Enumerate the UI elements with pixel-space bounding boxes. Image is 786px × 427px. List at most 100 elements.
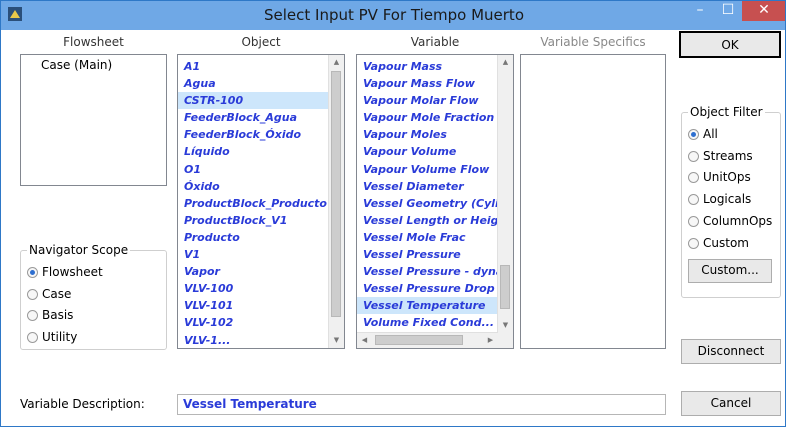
radio-label: Case: [42, 286, 72, 301]
variable-specifics-column-header: Variable Specifics: [540, 35, 646, 49]
flowsheet-column-header: Flowsheet: [63, 35, 124, 49]
radio-label: Logicals: [703, 192, 752, 207]
object-list-item[interactable]: VLV-100: [178, 280, 329, 297]
disconnect-button[interactable]: Disconnect: [681, 339, 781, 364]
variable-list-item[interactable]: Vapour Volume: [357, 143, 498, 160]
object-column-header: Object: [241, 35, 281, 49]
variable-list-hscrollbar[interactable]: ◀ ▶: [357, 332, 498, 348]
radio-icon[interactable]: [688, 237, 699, 249]
filter-radio-logicals[interactable]: Logicals: [688, 192, 751, 210]
scroll-corner: [498, 333, 513, 348]
variable-list-item[interactable]: Vapour Molar Flow: [357, 92, 498, 109]
filter-radio-all[interactable]: All: [688, 127, 718, 145]
filter-radio-streams[interactable]: Streams: [688, 149, 753, 167]
variable-list-item[interactable]: Vessel Pressure - dynamic: [357, 263, 498, 280]
radio-icon[interactable]: [27, 267, 38, 278]
radio-icon[interactable]: [688, 215, 699, 227]
cancel-button[interactable]: Cancel: [681, 391, 781, 416]
variable-list-item[interactable]: Volume Fixed Cond...: [357, 314, 498, 331]
radio-icon[interactable]: [688, 129, 699, 140]
variable-list-item[interactable]: Vapour Mass: [357, 58, 498, 75]
radio-label: Basis: [42, 308, 74, 322]
object-list-item[interactable]: ProductBlock_V1: [178, 212, 329, 229]
title-bar[interactable]: Select Input PV For Tiempo Muerto – ☐ ✕: [1, 1, 785, 30]
object-list-item[interactable]: CSTR-100: [178, 92, 329, 110]
custom-button[interactable]: Custom...: [688, 259, 772, 283]
radio-label: Custom: [703, 235, 749, 250]
object-list-item[interactable]: VLV-1...: [178, 332, 329, 349]
scope-radio-basis[interactable]: Basis: [27, 308, 73, 326]
radio-icon[interactable]: [688, 172, 699, 184]
radio-icon[interactable]: [688, 194, 699, 206]
object-list-item[interactable]: FeederBlock_Agua: [178, 109, 329, 126]
variable-list-item[interactable]: Vessel Length or Height: [357, 212, 498, 229]
variable-list-item[interactable]: Vapour Mole Fraction: [357, 109, 498, 126]
object-list[interactable]: A1 Agua CSTR-100 FeederBlock_Agua FeederBloc…: [177, 54, 345, 349]
radio-icon[interactable]: [27, 288, 38, 300]
object-list-item[interactable]: VLV-102: [178, 314, 329, 331]
radio-label: Flowsheet: [42, 265, 103, 279]
object-list-item[interactable]: Producto: [178, 229, 329, 246]
radio-label: Utility: [42, 329, 78, 344]
scroll-up-icon[interactable]: ▲: [329, 55, 344, 70]
window-title: Select Input PV For Tiempo Muerto: [263, 6, 524, 24]
variable-list-item[interactable]: Vessel Diameter: [357, 178, 498, 195]
variable-list-item[interactable]: Vessel Geometry (Cylindri: [357, 195, 498, 212]
variable-list-item[interactable]: Vessel Pressure: [357, 246, 498, 263]
variable-description-label: Variable Description:: [20, 397, 145, 411]
flowsheet-item[interactable]: Case (Main): [21, 55, 166, 72]
ok-button[interactable]: OK: [679, 31, 781, 58]
radio-label: ColumnOps: [703, 213, 773, 228]
scope-radio-utility[interactable]: Utility: [27, 330, 77, 348]
object-list-item[interactable]: Líquido: [178, 143, 329, 160]
object-list-item[interactable]: FeederBlock_Óxido: [178, 126, 329, 143]
object-list-item[interactable]: ProductBlock_Producto: [178, 195, 329, 212]
scroll-thumb[interactable]: [500, 265, 510, 309]
object-list-item[interactable]: Vapor: [178, 263, 329, 280]
object-list-scrollbar[interactable]: ▲ ▼: [328, 55, 344, 348]
variable-list-item[interactable]: Vapour Mass Flow: [357, 75, 498, 92]
scroll-left-icon[interactable]: ◀: [357, 333, 372, 348]
variable-description-field[interactable]: Vessel Temperature: [177, 394, 666, 415]
object-filter-label: Object Filter: [688, 105, 765, 119]
variable-specifics-list[interactable]: [520, 54, 666, 349]
scroll-right-icon[interactable]: ▶: [483, 333, 498, 348]
scope-radio-case[interactable]: Case: [27, 287, 71, 305]
scroll-thumb[interactable]: [331, 71, 341, 317]
navigator-scope-group: Navigator Scope Flowsheet Case Basis Utilit…: [20, 243, 167, 350]
variable-list-item[interactable]: Vessel Mole Frac: [357, 229, 498, 246]
object-list-item[interactable]: Óxido: [178, 178, 329, 195]
radio-label: Streams: [703, 148, 753, 163]
variable-list-item[interactable]: Vessel Temperature: [357, 297, 498, 315]
filter-radio-unitops[interactable]: UnitOps: [688, 170, 751, 188]
scroll-down-icon[interactable]: ▼: [498, 318, 513, 333]
dialog-window: Select Input PV For Tiempo Muerto – ☐ ✕ …: [0, 0, 786, 427]
object-list-item[interactable]: Agua: [178, 75, 329, 92]
scroll-down-icon[interactable]: ▼: [329, 333, 344, 348]
radio-icon[interactable]: [27, 331, 38, 343]
scroll-up-icon[interactable]: ▲: [498, 55, 513, 70]
scope-radio-flowsheet[interactable]: Flowsheet: [27, 265, 103, 283]
filter-radio-custom[interactable]: Custom: [688, 236, 749, 254]
scroll-thumb[interactable]: [375, 335, 463, 345]
close-button[interactable]: ✕: [742, 1, 785, 21]
minimize-button[interactable]: –: [686, 1, 714, 21]
maximize-button[interactable]: ☐: [714, 1, 742, 21]
filter-radio-columnops[interactable]: ColumnOps: [688, 214, 772, 232]
object-list-item[interactable]: A1: [178, 58, 329, 75]
object-list-item[interactable]: V1: [178, 246, 329, 263]
variable-list-vscrollbar[interactable]: ▲ ▼: [497, 55, 513, 333]
variable-list[interactable]: Vapour Mass Vapour Mass Flow Vapour Molar …: [356, 54, 514, 349]
radio-icon[interactable]: [27, 310, 38, 321]
variable-column-header: Variable: [410, 35, 460, 49]
object-list-item[interactable]: O1: [178, 161, 329, 178]
flowsheet-list[interactable]: Case (Main): [20, 54, 167, 186]
radio-label: UnitOps: [703, 170, 751, 185]
variable-list-item[interactable]: Vapour Volume Flow: [357, 161, 498, 178]
object-list-item[interactable]: VLV-101: [178, 297, 329, 314]
variable-list-item[interactable]: Vapour Moles: [357, 126, 498, 143]
navigator-scope-label: Navigator Scope: [27, 243, 131, 257]
radio-label: All: [703, 127, 718, 141]
variable-list-item[interactable]: Vessel Pressure Drop: [357, 280, 498, 297]
radio-icon[interactable]: [688, 150, 699, 162]
